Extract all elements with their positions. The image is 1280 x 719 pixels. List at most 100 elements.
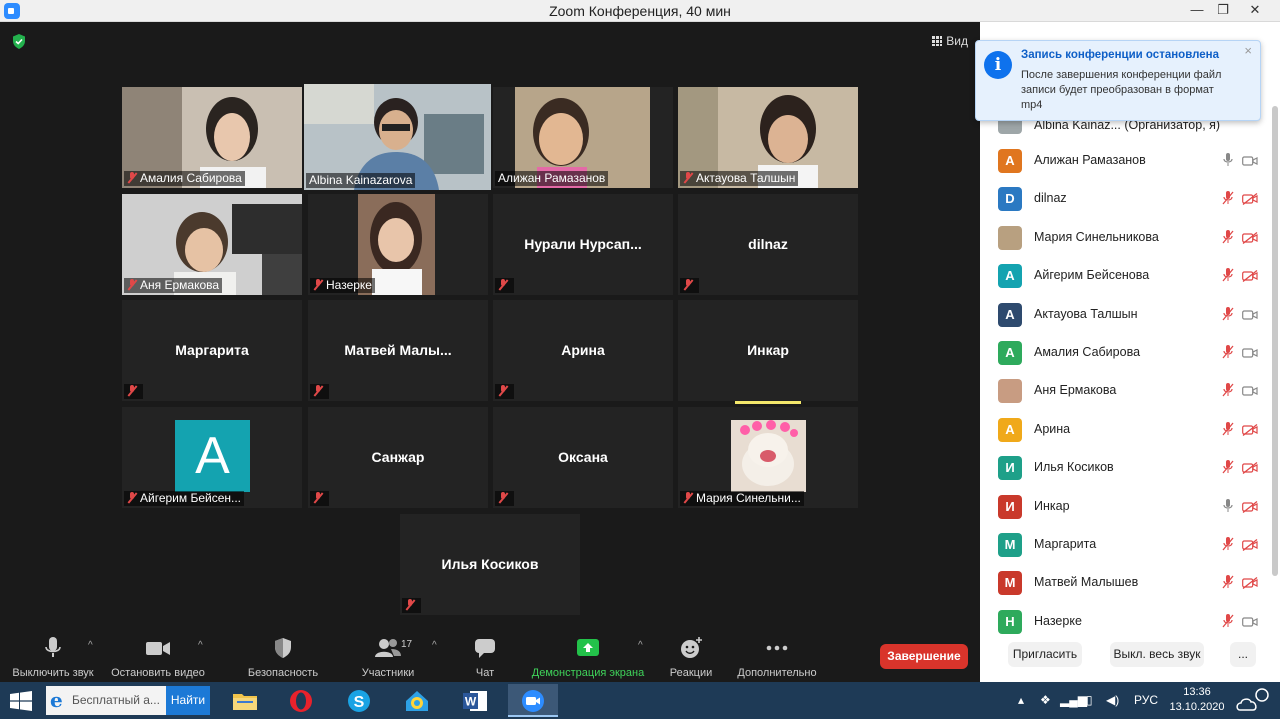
opera-taskbar-button[interactable] [276,684,326,717]
chat-button[interactable]: Чат [468,636,502,679]
participant-name-label: Айгерим Бейсен... [124,491,245,506]
end-meeting-button[interactable]: Завершение [880,644,968,669]
participant-row[interactable]: Ddilnaz [980,180,1270,218]
video-off-icon[interactable] [1242,462,1258,475]
muted-mic-icon[interactable] [1222,383,1234,397]
participant-row[interactable]: М Матвей Малышев [980,564,1270,602]
participant-row[interactable]: М Маргарита [980,526,1270,564]
name-tile[interactable]: Илья Косиков [400,514,580,615]
microphone-icon[interactable] [1222,153,1234,167]
stop-video-button[interactable]: Остановить видео [108,636,208,679]
encryption-shield-icon[interactable] [12,34,26,49]
skype-taskbar-button[interactable]: S [334,684,384,717]
muted-mic-icon[interactable] [1222,536,1234,551]
security-button[interactable]: Безопасность [246,636,320,679]
muted-mic-icon[interactable] [1222,191,1234,205]
microphone-icon[interactable] [1222,498,1234,513]
search-input-text[interactable]: Бесплатный а... [72,693,160,707]
invite-button[interactable]: Пригласить [1008,642,1082,667]
maximize-button[interactable]: ❐ [1208,0,1238,22]
participant-name-label: Мария Синельни... [680,491,804,506]
muted-mic-icon[interactable] [1222,306,1234,321]
participant-row[interactable]: А Актауова Талшын [980,296,1270,334]
view-button[interactable]: Вид [932,34,968,48]
photo-tile[interactable]: Мария Синельни... [678,407,858,508]
participants-scrollbar[interactable] [1272,106,1278,576]
tray-overflow-icon[interactable]: ▴ [1018,693,1024,707]
file-explorer-taskbar-button[interactable] [220,684,270,717]
name-tile[interactable]: Арина [493,300,673,401]
name-tile[interactable]: Оксана [493,407,673,508]
name-tile[interactable]: Маргарита [122,300,302,401]
dropbox-icon[interactable]: ❖ [1040,693,1051,707]
video-tile[interactable]: Назерке [308,194,488,295]
name-tile[interactable]: Санжар [308,407,488,508]
video-camera-icon[interactable] [1242,385,1258,397]
word-taskbar-button[interactable]: W [450,684,500,717]
video-options-caret[interactable]: ^ [198,640,203,651]
avatar-tile[interactable]: A Айгерим Бейсен... [122,407,302,508]
system-clock[interactable]: 13:36 13.10.2020 [1168,685,1226,715]
video-off-icon[interactable] [1242,270,1258,283]
video-off-icon[interactable] [1242,423,1258,436]
participant-row[interactable]: A Айгерим Бейсенова [980,257,1270,295]
reactions-button[interactable]: Реакции [666,636,716,679]
zoom-taskbar-button[interactable] [508,684,558,717]
participants-options-caret[interactable]: ^ [432,640,437,651]
video-tile-active-speaker[interactable]: Albina Kainazarova [304,84,491,190]
close-button[interactable]: ✕ [1240,0,1270,22]
participant-row[interactable]: Аня Ермакова [980,372,1270,410]
muted-mic-icon[interactable] [1222,460,1234,474]
video-camera-icon[interactable] [1242,309,1258,321]
participant-name: Актауова Талшын [1034,306,1138,321]
video-tile[interactable]: Аня Ермакова [122,194,302,295]
battery-icon[interactable]: ▯ [1086,693,1093,707]
name-tile[interactable]: Инкар [678,300,858,401]
participant-avatar: М [998,571,1022,596]
muted-mic-icon[interactable] [1222,268,1234,282]
video-camera-icon[interactable] [1242,155,1258,167]
weather-cloud-icon[interactable] [1234,686,1274,714]
video-off-icon[interactable] [1242,538,1258,551]
video-off-icon[interactable] [1242,500,1258,513]
audio-options-caret[interactable]: ^ [88,640,93,651]
muted-mic-icon[interactable] [1222,229,1234,244]
input-language[interactable]: РУС [1134,693,1158,707]
browser-taskbar-button[interactable] [392,684,442,717]
network-signal-icon[interactable]: ▂▄▆ [1060,693,1087,707]
name-tile[interactable]: dilnaz [678,194,858,295]
video-off-icon[interactable] [1242,231,1258,244]
video-tile[interactable]: Алижан Рамазанов [493,87,673,188]
video-off-icon[interactable] [1242,193,1258,206]
muted-mic-icon[interactable] [1222,613,1234,628]
participant-row[interactable]: Мария Синельникова [980,219,1270,257]
mute-all-button[interactable]: Выкл. весь звук [1110,642,1204,667]
share-screen-button[interactable]: Демонстрация экрана [528,636,648,679]
participant-row[interactable]: И Илья Косиков [980,449,1270,487]
name-tile[interactable]: Матвей Малы... [308,300,488,401]
muted-mic-icon[interactable] [1222,421,1234,436]
muted-mic-icon[interactable] [1222,344,1234,359]
video-off-icon[interactable] [1242,577,1258,590]
notification-close-icon[interactable]: × [1244,43,1252,58]
windows-start-icon[interactable] [10,691,32,711]
name-tile[interactable]: Нурали Нурсап... [493,194,673,295]
participant-row[interactable]: Н Назерке [980,603,1270,641]
mute-button[interactable]: Выключить звук [8,636,98,679]
video-tile[interactable]: Актауова Талшын [678,87,858,188]
video-camera-icon[interactable] [1242,616,1258,628]
participant-row[interactable]: А Арина [980,411,1270,449]
participant-row[interactable]: А Амалия Сабирова [980,334,1270,372]
taskbar-search-box[interactable]: e Бесплатный а... Найти [46,686,210,715]
more-button[interactable]: Дополнительно [732,636,822,679]
video-camera-icon[interactable] [1242,347,1258,359]
participant-row[interactable]: А Алижан Рамазанов [980,142,1270,180]
panel-more-button[interactable]: ... [1230,642,1256,667]
search-button[interactable]: Найти [166,686,210,715]
muted-mic-icon[interactable] [1222,575,1234,589]
participant-row[interactable]: И Инкар [980,488,1270,526]
participant-status [495,491,514,506]
volume-icon[interactable]: ◀) [1106,693,1119,707]
video-tile[interactable]: Амалия Сабирова [122,87,302,188]
share-options-caret[interactable]: ^ [638,640,643,651]
